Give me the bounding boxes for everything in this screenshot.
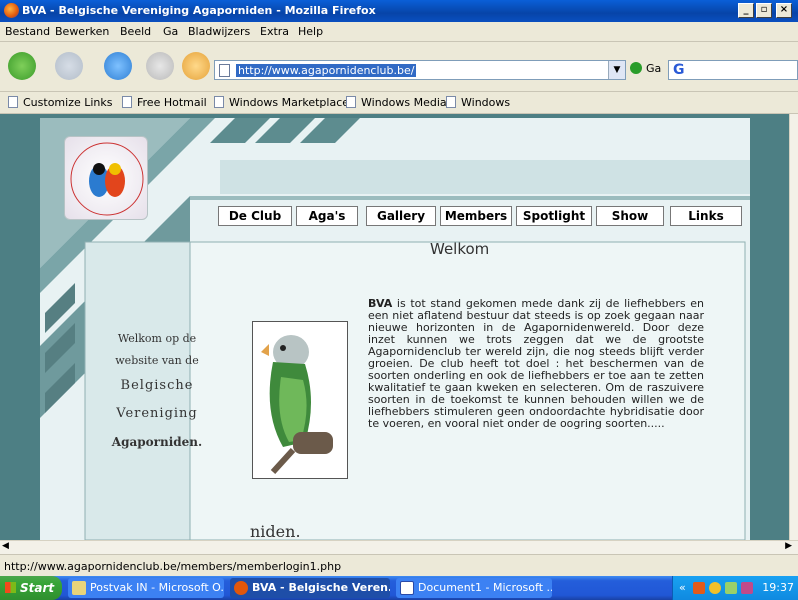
menu-bewerken[interactable]: Bewerken: [55, 25, 109, 38]
menu-bar: Bestand Bewerken Beeld Ga Bladwijzers Ex…: [0, 22, 798, 42]
bookmarks-toolbar: Customize Links Free Hotmail Windows Mar…: [0, 92, 798, 114]
reload-icon[interactable]: [104, 52, 132, 80]
menu-help[interactable]: Help: [298, 25, 323, 38]
java-icon[interactable]: [693, 582, 705, 594]
tab-de-club[interactable]: De Club: [218, 206, 292, 226]
maximize-button[interactable]: ▫: [756, 3, 772, 18]
firefox-icon: [234, 581, 248, 595]
status-bar: http://www.agapornidenclub.be/members/me…: [0, 554, 798, 576]
url-text[interactable]: http://www.agapornidenclub.be/: [236, 64, 417, 77]
intro-body: is tot stand gekomen mede dank zij de li…: [368, 297, 704, 430]
tab-links[interactable]: Links: [670, 206, 742, 226]
close-button[interactable]: ×: [776, 3, 792, 18]
tab-spotlight[interactable]: Spotlight: [516, 206, 592, 226]
menu-extra[interactable]: Extra: [260, 25, 289, 38]
bookmark-customize-links[interactable]: Customize Links: [8, 96, 113, 109]
outlook-icon: [72, 581, 86, 595]
start-button[interactable]: Start: [0, 576, 62, 600]
security-icon[interactable]: [709, 582, 721, 594]
bookmark-windows-media[interactable]: Windows Media: [346, 96, 447, 109]
system-tray: « 19:37: [672, 576, 798, 600]
side-line-2: website van de: [115, 354, 199, 367]
title-bar: BVA - Belgische Vereniging Agaporniden -…: [0, 0, 798, 22]
back-icon[interactable]: [8, 52, 36, 80]
url-bar[interactable]: http://www.agapornidenclub.be/ ▼: [214, 60, 626, 80]
scroll-left-icon[interactable]: ◀: [2, 541, 9, 551]
parrot-image: [252, 321, 348, 479]
stop-icon[interactable]: [146, 52, 174, 80]
horizontal-scrollbar[interactable]: ◀ ▶: [0, 540, 798, 554]
page-icon: [346, 96, 356, 108]
window-title: BVA - Belgische Vereniging Agaporniden -…: [22, 4, 376, 17]
home-icon[interactable]: [182, 52, 210, 80]
vertical-scrollbar[interactable]: [789, 114, 798, 540]
tab-show[interactable]: Show: [596, 206, 664, 226]
footer-fragment: niden.: [250, 522, 301, 540]
side-line-4: Vereniging: [116, 406, 198, 421]
site-frame: De Club Aga's Gallery Members Spotlight …: [40, 118, 750, 540]
intro-text: BVA is tot stand gekomen mede dank zij d…: [368, 298, 704, 430]
parrot-icon: [261, 335, 333, 475]
bookmark-windows[interactable]: Windows: [446, 96, 510, 109]
go-icon: [630, 62, 642, 74]
go-button[interactable]: Ga: [630, 62, 661, 75]
clock[interactable]: 19:37: [762, 581, 794, 594]
network-icon[interactable]: [725, 582, 737, 594]
page-icon: [219, 64, 230, 77]
taskbar: Start Postvak IN - Microsoft O... BVA - …: [0, 576, 798, 600]
page-viewport: De Club Aga's Gallery Members Spotlight …: [0, 114, 789, 540]
page-icon: [446, 96, 456, 108]
tab-members[interactable]: Members: [440, 206, 512, 226]
task-word[interactable]: Document1 - Microsoft ...: [396, 578, 552, 598]
page-icon: [8, 96, 18, 108]
bookmark-free-hotmail[interactable]: Free Hotmail: [122, 96, 207, 109]
bookmark-windows-marketplace[interactable]: Windows Marketplace: [214, 96, 349, 109]
parrots-logo-icon: [70, 142, 144, 216]
side-line-3: Belgische: [120, 378, 194, 393]
firefox-icon: [4, 3, 19, 18]
messenger-icon[interactable]: [741, 582, 753, 594]
task-outlook[interactable]: Postvak IN - Microsoft O...: [68, 578, 224, 598]
menu-bladwijzers[interactable]: Bladwijzers: [188, 25, 250, 38]
page-icon: [122, 96, 132, 108]
minimize-button[interactable]: _: [738, 3, 754, 18]
status-text: http://www.agapornidenclub.be/members/me…: [4, 560, 342, 573]
tab-gallery[interactable]: Gallery: [366, 206, 436, 226]
search-input[interactable]: G: [668, 60, 798, 80]
google-icon: G: [673, 62, 685, 78]
menu-beeld[interactable]: Beeld: [120, 25, 151, 38]
page-heading: Welkom: [430, 240, 490, 258]
scroll-right-icon[interactable]: ▶: [785, 541, 792, 551]
side-line-5: Agaporniden.: [111, 435, 203, 449]
forward-icon[interactable]: [55, 52, 83, 80]
side-line-1: Welkom op de: [117, 332, 197, 345]
page-icon: [214, 96, 224, 108]
menu-bestand[interactable]: Bestand: [5, 25, 50, 38]
task-firefox[interactable]: BVA - Belgische Veren...: [230, 578, 390, 598]
club-logo[interactable]: [64, 136, 148, 220]
tab-agas[interactable]: Aga's: [296, 206, 358, 226]
menu-ga[interactable]: Ga: [163, 25, 178, 38]
navigation-toolbar: http://www.agapornidenclub.be/ ▼ Ga G: [0, 42, 798, 92]
tray-expand-icon[interactable]: «: [679, 581, 686, 594]
url-dropdown-icon[interactable]: ▼: [608, 61, 625, 79]
windows-flag-icon: [5, 582, 16, 593]
word-icon: [400, 581, 414, 595]
